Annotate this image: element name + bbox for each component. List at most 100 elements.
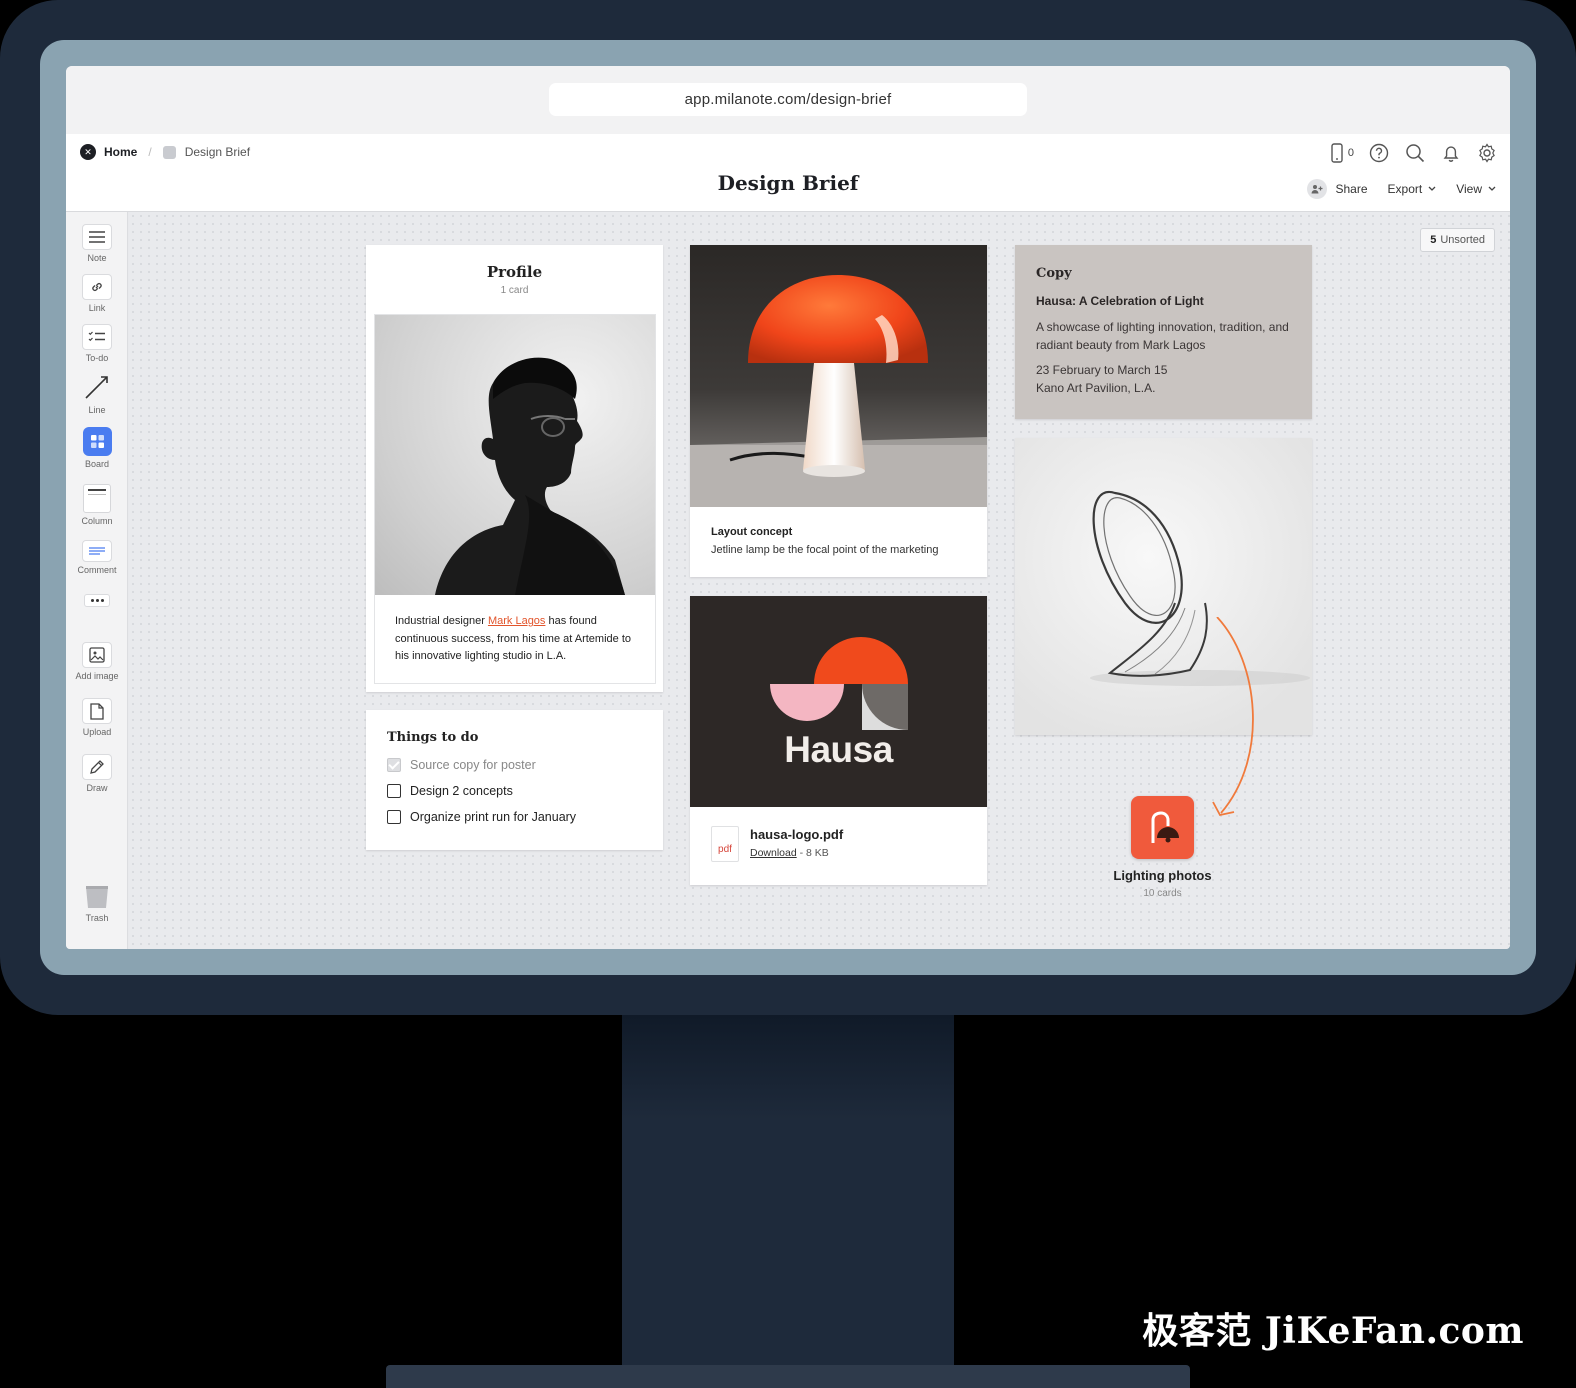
todo-item-label: Organize print run for January xyxy=(410,810,577,824)
app-screen: app.milanote.com/design-brief ✕ Home / D… xyxy=(66,66,1510,949)
chevron-down-icon xyxy=(1428,186,1436,191)
stage: app.milanote.com/design-brief ✕ Home / D… xyxy=(0,0,1576,1388)
file-name[interactable]: hausa-logo.pdf xyxy=(750,827,843,842)
lamp-caption-text: Jetline lamp be the focal point of the m… xyxy=(711,544,939,556)
tool-todo-label: To-do xyxy=(85,353,109,363)
view-label: View xyxy=(1456,182,1482,196)
copy-venue-line: Kano Art Pavilion, L.A. xyxy=(1036,380,1156,395)
lamp-caption-title: Layout concept xyxy=(711,526,793,538)
tool-comment[interactable]: Comment xyxy=(66,540,128,575)
profile-image-card[interactable]: Industrial designer Mark Lagos has found… xyxy=(374,314,656,684)
todo-item[interactable]: Organize print run for January xyxy=(387,810,576,824)
lamp-image-card[interactable]: Layout concept Jetline lamp be the focal… xyxy=(690,245,987,577)
tool-draw[interactable]: Draw xyxy=(66,754,128,793)
tool-todo[interactable]: To-do xyxy=(66,324,128,363)
pdf-file-icon: pdf xyxy=(711,826,739,862)
tool-column-label: Column xyxy=(81,516,113,526)
link-icon xyxy=(82,274,112,300)
copy-label: Copy xyxy=(1036,266,1072,281)
todo-item-label: Design 2 concepts xyxy=(410,784,513,798)
checkbox-checked[interactable] xyxy=(387,758,401,772)
todo-item[interactable]: Source copy for poster xyxy=(387,758,536,772)
tool-board-label: Board xyxy=(84,459,110,469)
checkbox[interactable] xyxy=(387,810,401,824)
tool-upload[interactable]: Upload xyxy=(66,698,128,737)
help-icon[interactable] xyxy=(1368,142,1390,164)
tool-link[interactable]: Link xyxy=(66,274,128,313)
profile-text-before: Industrial designer xyxy=(395,615,488,627)
pdf-file-type: pdf xyxy=(718,844,732,855)
tool-sidebar: Note Link To-do Line Board Column Commen… xyxy=(66,212,128,949)
file-meta: Download - 8 KB xyxy=(750,847,829,859)
device-count: 0 xyxy=(1347,147,1354,159)
search-icon[interactable] xyxy=(1404,142,1426,164)
device-button[interactable]: 0 xyxy=(1330,143,1354,163)
trash-icon xyxy=(86,886,108,908)
share-label: Share xyxy=(1335,182,1368,196)
copy-date-line: 23 February to March 15 xyxy=(1036,363,1168,377)
todo-card[interactable]: Things to do Source copy for poster Desi… xyxy=(366,710,663,850)
page-title[interactable]: Design Brief xyxy=(66,171,1510,195)
phone-icon xyxy=(1331,143,1343,163)
tool-add-image-label: Add image xyxy=(75,671,119,681)
download-link[interactable]: Download xyxy=(750,847,797,859)
more-icon xyxy=(84,594,110,607)
copy-heading: Hausa: A Celebration of Light xyxy=(1036,294,1204,308)
url-bar[interactable]: app.milanote.com/design-brief xyxy=(549,83,1027,116)
connector-arrow[interactable] xyxy=(1199,617,1269,817)
profile-description: Industrial designer Mark Lagos has found… xyxy=(395,613,643,666)
gear-icon[interactable] xyxy=(1476,142,1498,164)
more-tools-button[interactable] xyxy=(66,594,128,607)
board-tool-icon xyxy=(82,427,112,456)
note-icon xyxy=(82,224,112,250)
todo-item[interactable]: Design 2 concepts xyxy=(387,784,513,798)
tool-column[interactable]: Column xyxy=(66,484,128,526)
tool-add-image[interactable]: Add image xyxy=(66,642,128,681)
lighting-board-title[interactable]: Lighting photos xyxy=(1064,868,1261,883)
hausa-logo-word: Hausa xyxy=(784,729,893,770)
trash-button[interactable]: Trash xyxy=(66,884,128,923)
tool-note-label: Note xyxy=(87,253,107,263)
board-icon xyxy=(162,145,176,159)
tool-comment-label: Comment xyxy=(77,565,117,575)
tool-note[interactable]: Note xyxy=(66,224,128,263)
board-toolbar: Share Export View xyxy=(1307,179,1496,199)
file-size: - 8 KB xyxy=(796,847,829,859)
monitor-stand xyxy=(622,1015,954,1365)
hausa-file-card[interactable]: Hausa pdf hausa-logo.pdf Download - 8 KB xyxy=(690,596,987,885)
portrait-image xyxy=(375,315,655,595)
watermark: 极客范 JiKeFan.com xyxy=(1142,1310,1524,1352)
tool-board[interactable]: Board xyxy=(66,427,128,469)
profile-card[interactable]: Profile 1 card Industrial designer Mark … xyxy=(366,245,663,692)
browser-bar: app.milanote.com/design-brief xyxy=(66,66,1510,134)
column-icon xyxy=(83,484,111,513)
todo-icon xyxy=(82,324,112,350)
line-icon xyxy=(85,376,108,399)
comment-icon xyxy=(82,540,112,562)
hausa-logo-preview: Hausa xyxy=(690,596,987,807)
lamp-photo xyxy=(690,245,987,507)
bell-icon[interactable] xyxy=(1440,142,1462,164)
checkbox[interactable] xyxy=(387,784,401,798)
milanote-logo-icon[interactable]: ✕ xyxy=(80,144,96,160)
mark-lagos-link[interactable]: Mark Lagos xyxy=(488,615,545,627)
lighting-board-count: 10 cards xyxy=(1143,888,1182,899)
breadcrumb-current[interactable]: Design Brief xyxy=(185,145,250,159)
top-icons: 0 xyxy=(1330,142,1498,164)
tool-draw-label: Draw xyxy=(86,783,108,793)
image-icon xyxy=(82,642,112,668)
tool-link-label: Link xyxy=(88,303,106,313)
breadcrumb-home[interactable]: Home xyxy=(104,145,137,159)
export-dropdown[interactable]: Export xyxy=(1388,182,1437,196)
board-canvas[interactable]: 5 Unsorted Profile 1 card Industrial des… xyxy=(129,212,1510,949)
profile-card-count: 1 card xyxy=(500,285,529,296)
copy-note-card[interactable]: Copy Hausa: A Celebration of Light A sho… xyxy=(1015,245,1312,419)
breadcrumb-separator: / xyxy=(148,145,152,159)
share-button[interactable]: Share xyxy=(1307,179,1368,199)
breadcrumb: ✕ Home / Design Brief xyxy=(80,144,250,160)
lighting-board-tile[interactable] xyxy=(1131,796,1194,859)
view-dropdown[interactable]: View xyxy=(1456,182,1496,196)
unsorted-button[interactable]: 5 Unsorted xyxy=(1420,228,1495,252)
tool-line[interactable]: Line xyxy=(66,372,128,415)
chevron-down-icon xyxy=(1488,186,1496,191)
